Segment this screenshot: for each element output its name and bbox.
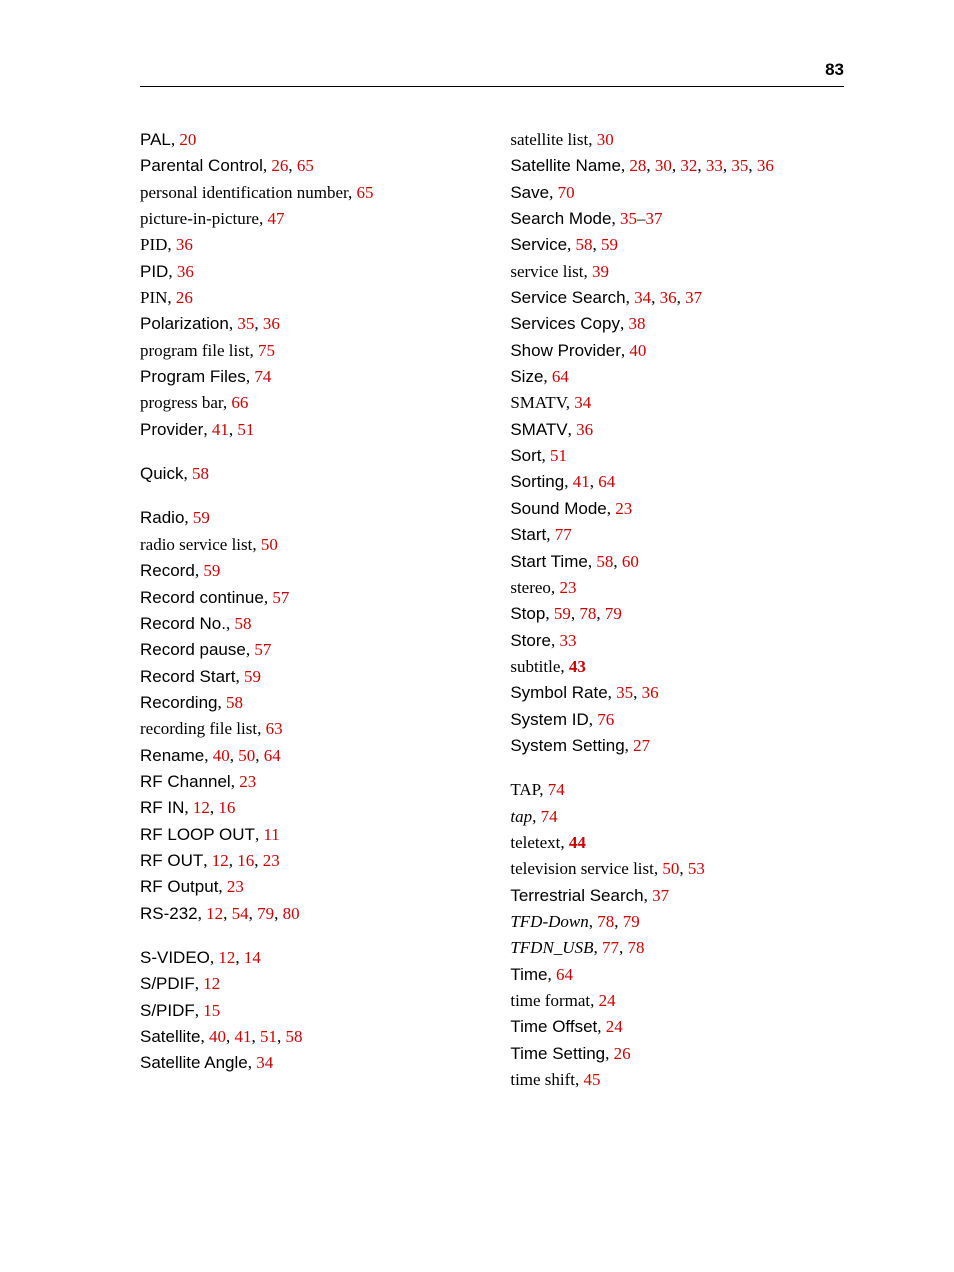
- index-entry: Show Provider, 40: [510, 338, 844, 364]
- index-entry: PID, 36: [140, 259, 490, 285]
- index-entry: S-VIDEO, 12, 14: [140, 945, 490, 971]
- index-entry: RF OUT, 12, 16, 23: [140, 848, 490, 874]
- index-entry: Satellite Name, 28, 30, 32, 33, 35, 36: [510, 153, 844, 179]
- index-entry: program file list, 75: [140, 338, 490, 364]
- index-entry: television service list, 50, 53: [510, 856, 844, 882]
- index-entry: personal identification number, 65: [140, 180, 490, 206]
- index-entry: Rename, 40, 50, 64: [140, 743, 490, 769]
- index-entry: radio service list, 50: [140, 532, 490, 558]
- page-header: 83: [140, 60, 844, 87]
- index-entry: S/PDIF, 12: [140, 971, 490, 997]
- index-entry: System ID, 76: [510, 707, 844, 733]
- index-entry: RF IN, 12, 16: [140, 795, 490, 821]
- index-entry: Polarization, 35, 36: [140, 311, 490, 337]
- page-content: 83 PAL, 20Parental Control, 26, 65person…: [0, 0, 954, 1272]
- index-entry: Service, 58, 59: [510, 232, 844, 258]
- index-entry: Satellite, 40, 41, 51, 58: [140, 1024, 490, 1050]
- index-entry: Satellite Angle, 34: [140, 1050, 490, 1076]
- index-entry: service list, 39: [510, 259, 844, 285]
- index-entry: teletext, 44: [510, 830, 844, 856]
- index-entry: Size, 64: [510, 364, 844, 390]
- index-entry: SMATV, 34: [510, 390, 844, 416]
- index-entry: System Setting, 27: [510, 733, 844, 759]
- index-entry: subtitle, 43: [510, 654, 844, 680]
- index-entry: PAL, 20: [140, 127, 490, 153]
- page-number: 83: [825, 60, 844, 79]
- index-entry: Start, 77: [510, 522, 844, 548]
- index-entry: S/PIDF, 15: [140, 998, 490, 1024]
- index-entry: Time Offset, 24: [510, 1014, 844, 1040]
- index-entry: TFDN_USB, 77, 78: [510, 935, 844, 961]
- index-entry: Record, 59: [140, 558, 490, 584]
- index-entry: Record pause, 57: [140, 637, 490, 663]
- index-entry: Search Mode, 35–37: [510, 206, 844, 232]
- index-entry: RF Channel, 23: [140, 769, 490, 795]
- index-entry: satellite list, 30: [510, 127, 844, 153]
- index-entry: stereo, 23: [510, 575, 844, 601]
- index-entry: progress bar, 66: [140, 390, 490, 416]
- index-entry: Record continue, 57: [140, 585, 490, 611]
- index-entry: Recording, 58: [140, 690, 490, 716]
- index-entry: Time Setting, 26: [510, 1041, 844, 1067]
- index-entry: Store, 33: [510, 628, 844, 654]
- index-entry: Terrestrial Search, 37: [510, 883, 844, 909]
- index-entry: Parental Control, 26, 65: [140, 153, 490, 179]
- index-entry: PIN, 26: [140, 285, 490, 311]
- index-entry: Symbol Rate, 35, 36: [510, 680, 844, 706]
- index-entry: Sort, 51: [510, 443, 844, 469]
- index-entry: Radio, 59: [140, 505, 490, 531]
- index-entry: RF LOOP OUT, 11: [140, 822, 490, 848]
- index-entry: RS-232, 12, 54, 79, 80: [140, 901, 490, 927]
- index-entry: tap, 74: [510, 804, 844, 830]
- index-entry: SMATV, 36: [510, 417, 844, 443]
- index-entry: Save, 70: [510, 180, 844, 206]
- index-entry: picture-in-picture, 47: [140, 206, 490, 232]
- right-column: satellite list, 30Satellite Name, 28, 30…: [510, 127, 844, 1093]
- index-entry: time format, 24: [510, 988, 844, 1014]
- index-entry: TFD-Down, 78, 79: [510, 909, 844, 935]
- index-entry: TAP, 74: [510, 777, 844, 803]
- index-entry: recording file list, 63: [140, 716, 490, 742]
- left-column: PAL, 20Parental Control, 26, 65personal …: [140, 127, 490, 1093]
- index-entry: Services Copy, 38: [510, 311, 844, 337]
- index-entry: Program Files, 74: [140, 364, 490, 390]
- index-entry: Stop, 59, 78, 79: [510, 601, 844, 627]
- index-entry: Provider, 41, 51: [140, 417, 490, 443]
- index-entry: Record No., 58: [140, 611, 490, 637]
- index-entry: Record Start, 59: [140, 664, 490, 690]
- index-columns: PAL, 20Parental Control, 26, 65personal …: [140, 127, 844, 1093]
- index-entry: RF Output, 23: [140, 874, 490, 900]
- index-entry: PID, 36: [140, 232, 490, 258]
- index-entry: Time, 64: [510, 962, 844, 988]
- index-entry: Quick, 58: [140, 461, 490, 487]
- index-entry: Sorting, 41, 64: [510, 469, 844, 495]
- index-entry: Start Time, 58, 60: [510, 549, 844, 575]
- index-entry: time shift, 45: [510, 1067, 844, 1093]
- index-entry: Sound Mode, 23: [510, 496, 844, 522]
- index-entry: Service Search, 34, 36, 37: [510, 285, 844, 311]
